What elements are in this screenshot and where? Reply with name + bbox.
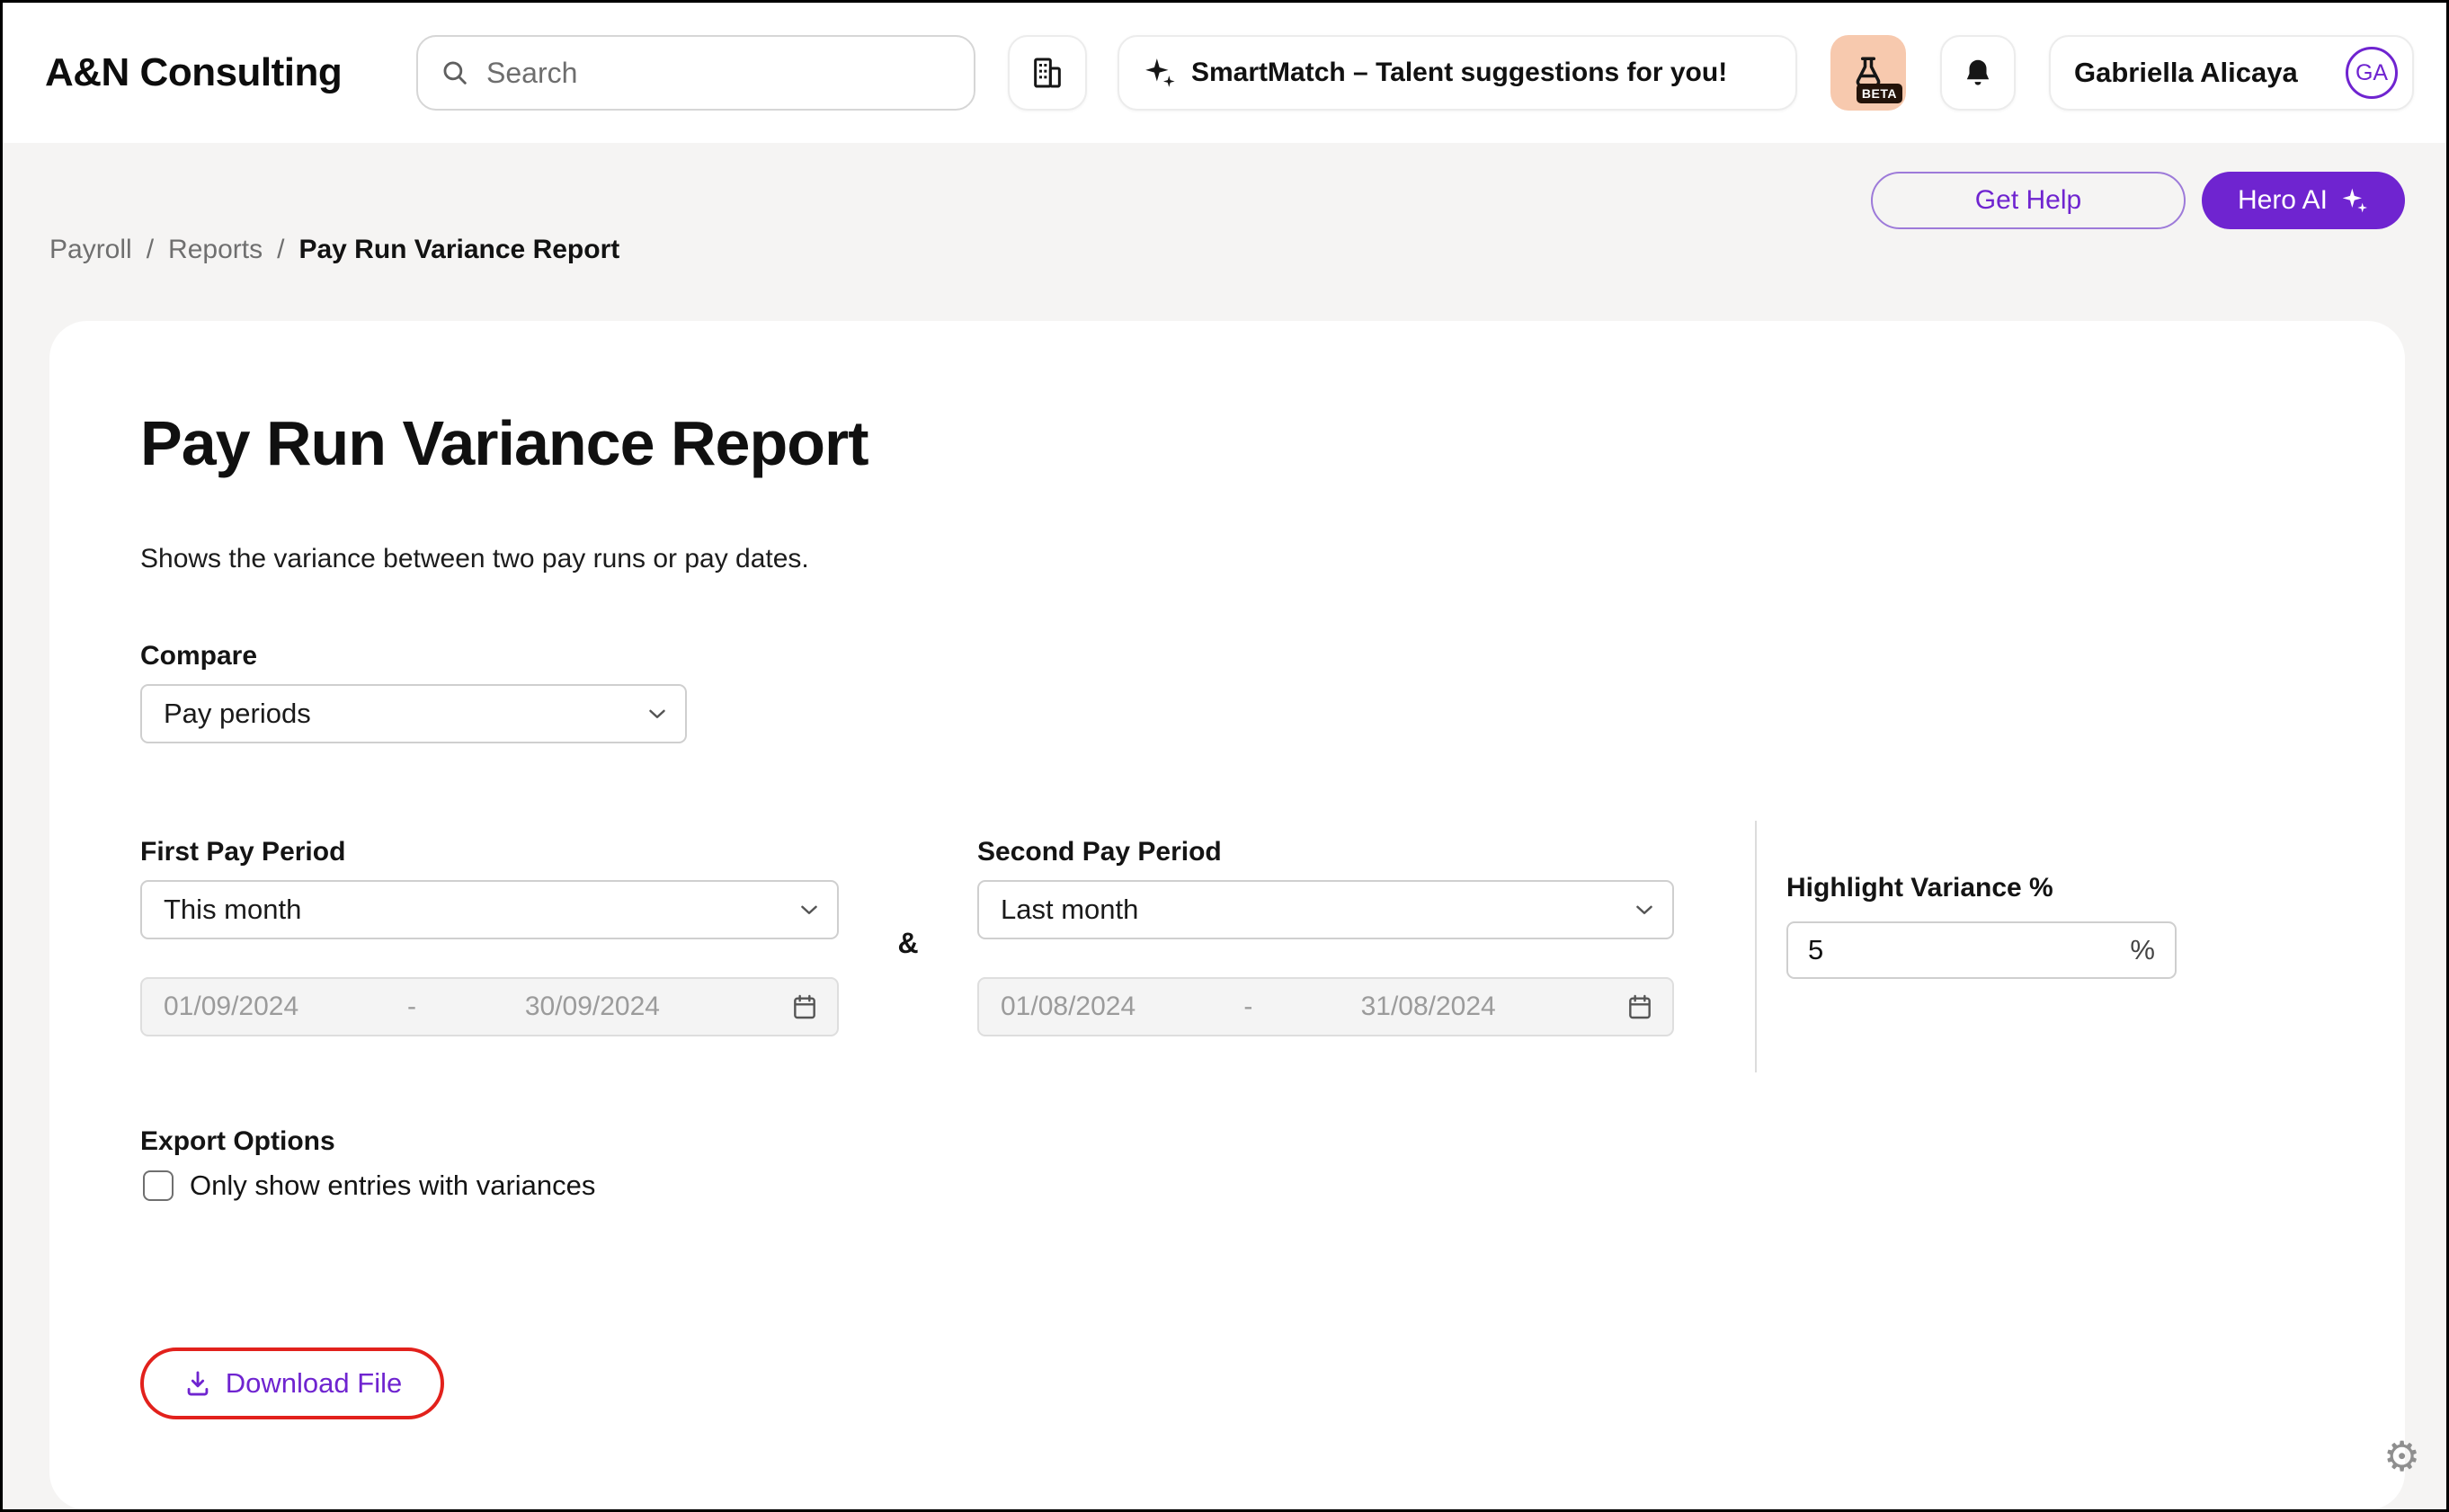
second-period-select-value: Last month xyxy=(1001,894,1138,926)
sparkle-icon xyxy=(2340,186,2369,215)
date-separator: - xyxy=(407,992,416,1022)
second-period-select[interactable]: Last month xyxy=(977,880,1674,939)
get-help-label: Get Help xyxy=(1975,185,2081,216)
download-icon xyxy=(183,1368,213,1399)
joiner-label: & xyxy=(881,927,935,960)
compare-select-value: Pay periods xyxy=(164,698,311,730)
breadcrumb-current: Pay Run Variance Report xyxy=(298,235,619,265)
top-bar: A&N Consulting xyxy=(3,3,2446,143)
organisation-button[interactable] xyxy=(1008,35,1087,111)
first-period-start-date: 01/09/2024 xyxy=(164,992,298,1022)
smartmatch-banner[interactable]: SmartMatch – Talent suggestions for you! xyxy=(1118,35,1797,111)
search-input[interactable] xyxy=(486,57,918,90)
beta-badge: BETA xyxy=(1857,84,1902,103)
download-file-button[interactable]: Download File xyxy=(183,1367,402,1400)
highlight-variance-label: Highlight Variance % xyxy=(1786,873,2053,903)
second-period-daterange[interactable]: 01/08/2024 - 31/08/2024 xyxy=(977,977,1674,1036)
breadcrumb-payroll[interactable]: Payroll xyxy=(49,235,132,265)
breadcrumb-separator: / xyxy=(277,235,284,265)
second-period-end-date: 31/08/2024 xyxy=(1361,992,1496,1022)
export-options-label: Export Options xyxy=(140,1126,335,1157)
highlight-variance-field: % xyxy=(1786,921,2177,979)
user-menu[interactable]: Gabriella Alicaya GA xyxy=(2049,35,2414,111)
hero-ai-button[interactable]: Hero AI xyxy=(2202,172,2405,229)
first-period-end-date: 30/09/2024 xyxy=(525,992,660,1022)
first-period-select[interactable]: This month xyxy=(140,880,839,939)
highlight-variance-input[interactable] xyxy=(1808,934,2130,966)
variance-only-row: Only show entries with variances xyxy=(143,1170,595,1202)
app-screen: A&N Consulting xyxy=(0,0,2449,1512)
company-name: A&N Consulting xyxy=(45,3,342,143)
breadcrumb-separator: / xyxy=(147,235,154,265)
compare-label: Compare xyxy=(140,641,257,672)
page-title: Pay Run Variance Report xyxy=(140,407,868,479)
first-period-select-value: This month xyxy=(164,894,301,926)
search-icon xyxy=(440,58,470,88)
vertical-divider xyxy=(1755,821,1757,1072)
get-help-button[interactable]: Get Help xyxy=(1871,172,2186,229)
second-period-label: Second Pay Period xyxy=(977,837,1222,867)
report-card: Pay Run Variance Report Shows the varian… xyxy=(49,321,2405,1510)
sparkle-icon xyxy=(1143,56,1177,90)
hero-ai-label: Hero AI xyxy=(2238,185,2328,216)
variance-only-checkbox[interactable] xyxy=(143,1170,174,1201)
first-period-label: First Pay Period xyxy=(140,837,345,867)
calendar-icon xyxy=(1625,992,1654,1021)
compare-select[interactable]: Pay periods xyxy=(140,684,687,743)
search-box[interactable] xyxy=(416,35,975,111)
first-period-daterange[interactable]: 01/09/2024 - 30/09/2024 xyxy=(140,977,839,1036)
smartmatch-label: SmartMatch – Talent suggestions for you! xyxy=(1191,58,1727,88)
settings-gear-icon[interactable]: ⚙ xyxy=(2383,1436,2420,1477)
bell-icon xyxy=(1961,56,1995,90)
building-icon xyxy=(1029,55,1065,91)
chevron-down-icon xyxy=(796,896,823,923)
notifications-button[interactable] xyxy=(1940,35,2016,111)
beta-labs-button[interactable]: BETA xyxy=(1830,35,1906,111)
date-separator: - xyxy=(1243,992,1252,1022)
second-period-start-date: 01/08/2024 xyxy=(1001,992,1135,1022)
page-description: Shows the variance between two pay runs … xyxy=(140,544,809,574)
user-name: Gabriella Alicaya xyxy=(2074,57,2346,89)
chevron-down-icon xyxy=(644,700,671,727)
avatar: GA xyxy=(2346,47,2398,99)
download-annotation-circle: Download File xyxy=(140,1347,444,1419)
breadcrumb-reports[interactable]: Reports xyxy=(168,235,263,265)
chevron-down-icon xyxy=(1631,896,1658,923)
variance-only-label: Only show entries with variances xyxy=(190,1170,595,1202)
percent-suffix: % xyxy=(2130,934,2155,966)
breadcrumb: Payroll / Reports / Pay Run Variance Rep… xyxy=(49,235,619,265)
calendar-icon xyxy=(790,992,819,1021)
download-file-label: Download File xyxy=(226,1367,402,1400)
